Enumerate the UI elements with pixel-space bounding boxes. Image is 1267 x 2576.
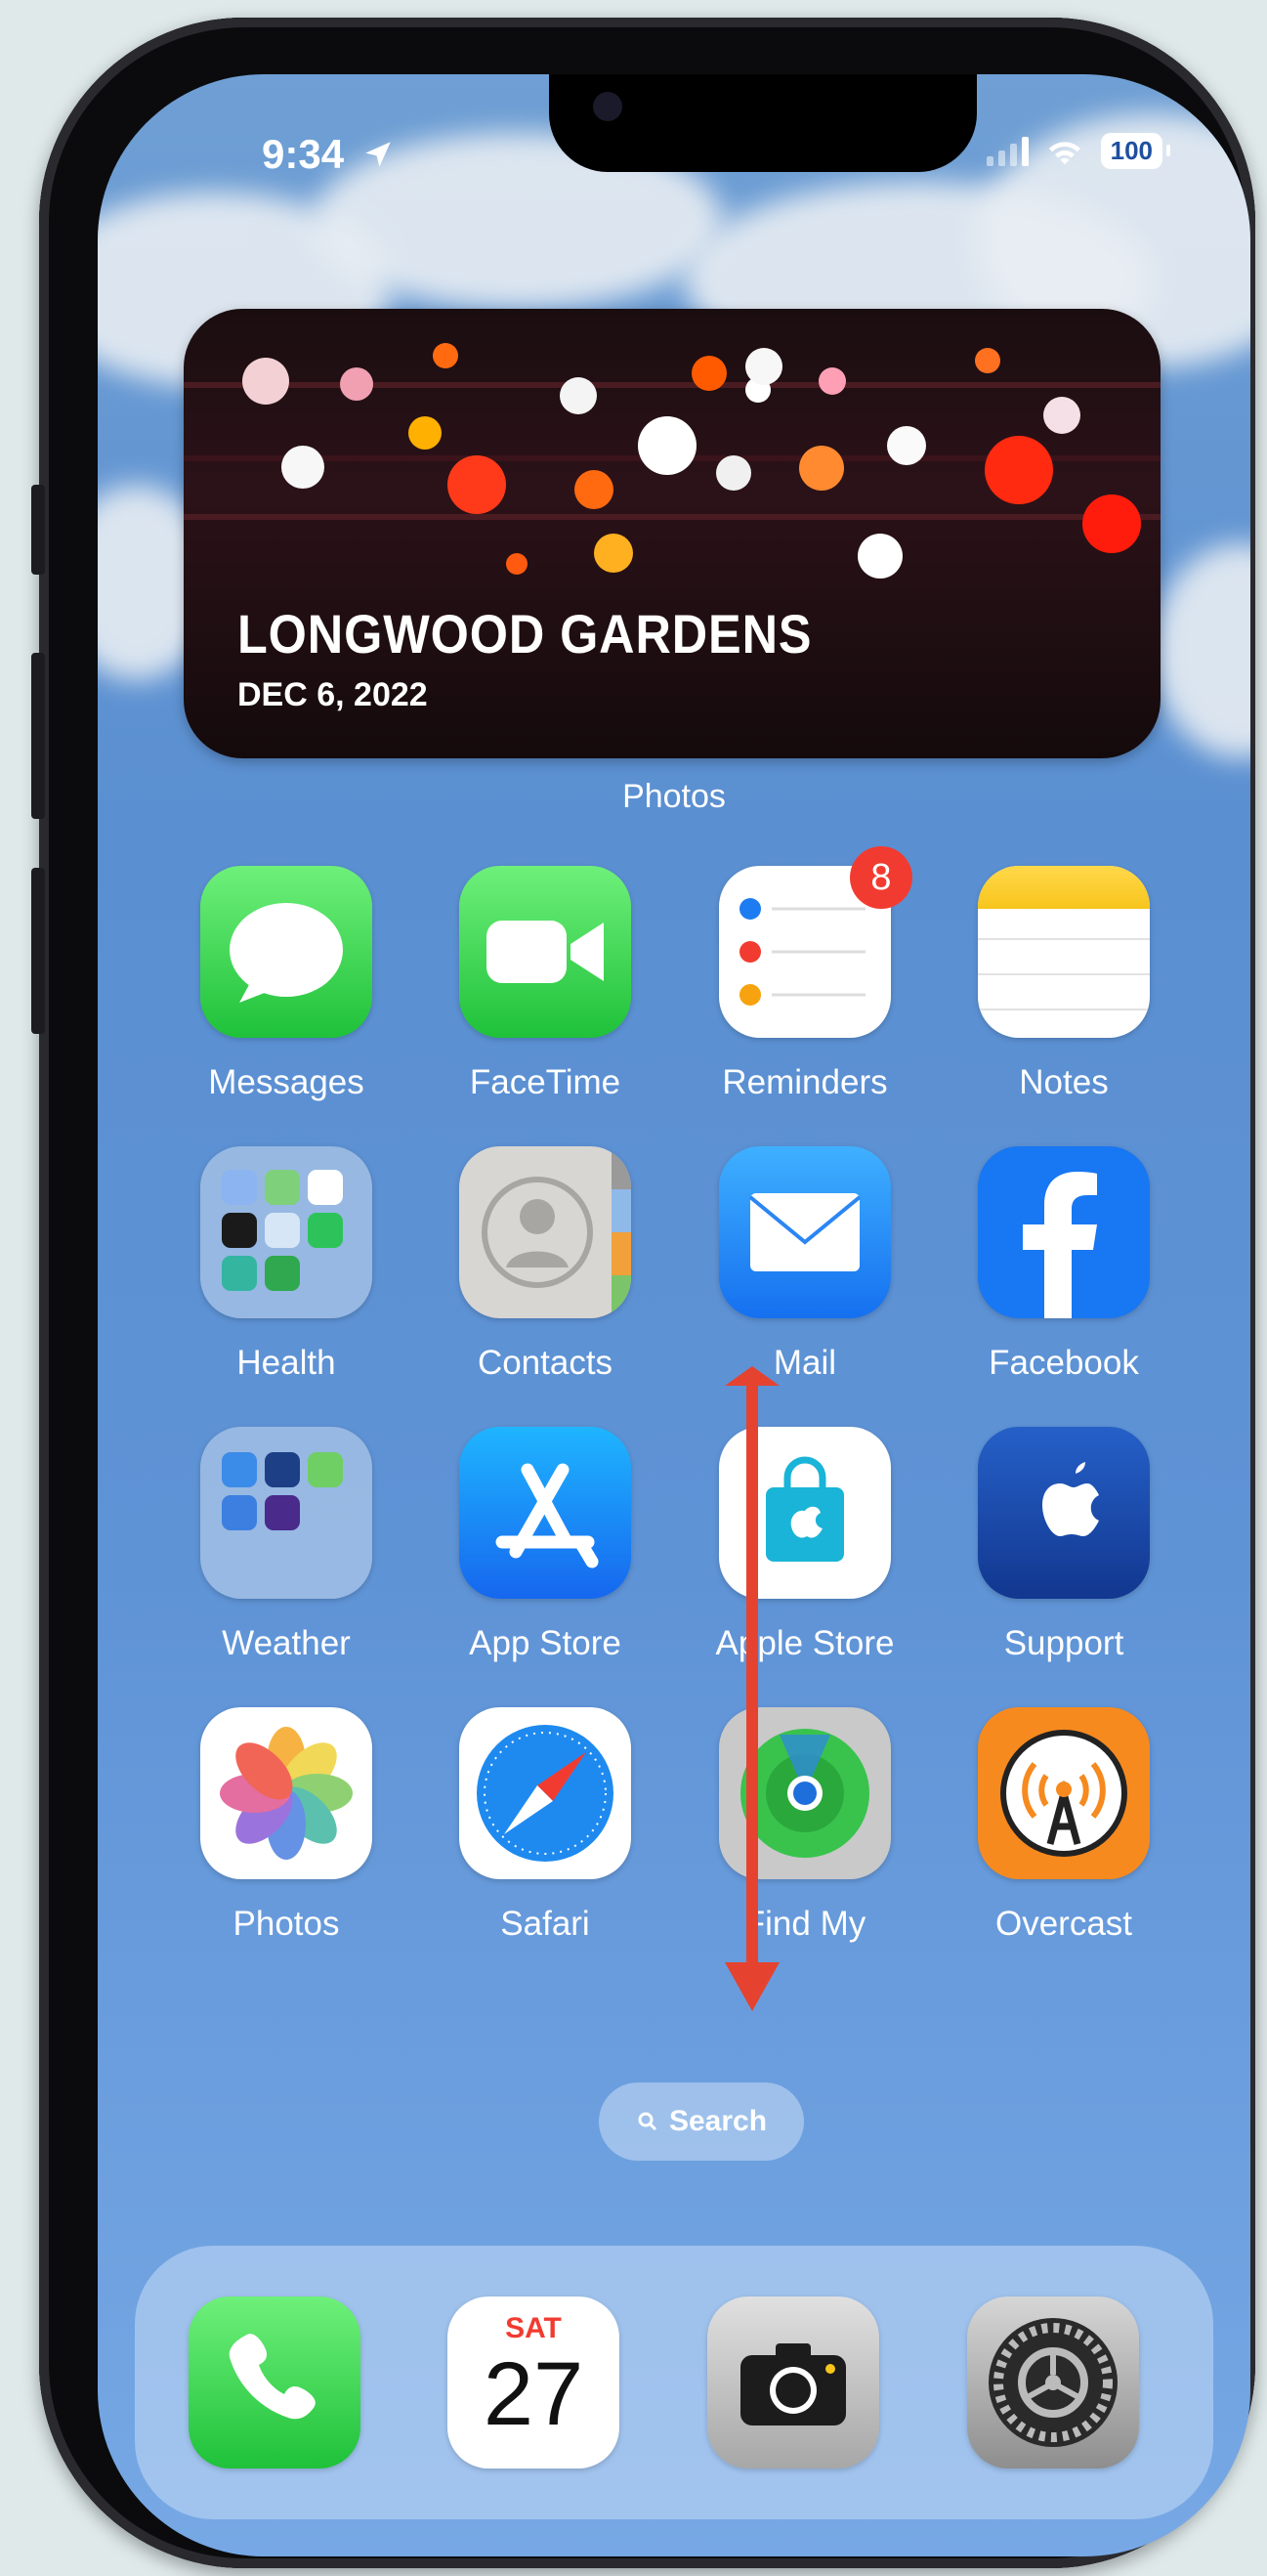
phone-icon[interactable] — [189, 2297, 360, 2469]
side-button-volume-up — [31, 653, 45, 819]
app-label: Weather — [222, 1624, 351, 1662]
app-health-folder[interactable]: Health — [189, 1146, 384, 1383]
app-label: Facebook — [989, 1344, 1139, 1382]
app-facebook[interactable]: Facebook — [966, 1146, 1161, 1383]
app-label: Health — [236, 1344, 336, 1382]
photos-icon — [200, 1707, 372, 1879]
app-label: FaceTime — [469, 1063, 621, 1101]
front-camera — [593, 92, 622, 121]
dock: SAT 27 — [135, 2246, 1213, 2519]
support-icon — [978, 1427, 1150, 1599]
location-arrow-icon — [364, 142, 391, 167]
notes-icon — [978, 866, 1150, 1038]
camera-icon[interactable] — [707, 2297, 879, 2469]
search-button[interactable]: Search — [599, 2082, 804, 2161]
calendar-day: SAT — [505, 2312, 562, 2344]
status-indicators: 100 — [986, 133, 1171, 169]
app-photos[interactable]: Photos — [189, 1707, 384, 1944]
app-label: Safari — [500, 1905, 590, 1943]
weather-folder-icon — [200, 1427, 372, 1599]
facebook-icon — [978, 1146, 1150, 1318]
app-label: Notes — [1019, 1063, 1109, 1101]
appstore-icon — [459, 1427, 631, 1599]
phone-frame: 9:34 100 LONGWOOD GARDENS DEC 6, 2022 Ph… — [31, 18, 1255, 2568]
widget-label: Photos — [622, 778, 726, 815]
app-facetime[interactable]: FaceTime — [447, 866, 643, 1102]
status-time: 9:34 — [262, 131, 395, 178]
calendar-date: 27 — [483, 2344, 584, 2444]
reminders-badge: 8 — [850, 846, 912, 909]
search-icon — [638, 2112, 657, 2131]
app-label: Reminders — [722, 1063, 888, 1101]
app-label: Overcast — [994, 1905, 1133, 1943]
home-screen: 9:34 100 LONGWOOD GARDENS DEC 6, 2022 Ph… — [98, 74, 1250, 2556]
facetime-icon — [459, 866, 631, 1038]
app-label: Contacts — [477, 1344, 613, 1382]
widget-title: LONGWOOD GARDENS — [237, 603, 813, 665]
app-contacts[interactable]: Contacts — [447, 1146, 643, 1383]
settings-icon[interactable] — [967, 2297, 1139, 2469]
app-reminders[interactable]: 8 Reminders — [707, 846, 912, 1102]
app-messages[interactable]: Messages — [189, 866, 384, 1102]
overcast-icon — [978, 1707, 1150, 1879]
safari-icon — [459, 1707, 631, 1879]
app-safari[interactable]: Safari — [447, 1707, 643, 1944]
mail-icon — [719, 1146, 891, 1318]
calendar-icon[interactable]: SAT 27 — [447, 2297, 619, 2469]
app-label: Photos — [232, 1905, 340, 1943]
messages-icon — [200, 866, 372, 1038]
photos-widget[interactable]: LONGWOOD GARDENS DEC 6, 2022 — [184, 309, 1161, 758]
app-overcast[interactable]: Overcast — [966, 1707, 1161, 1944]
app-appstore[interactable]: App Store — [447, 1427, 643, 1663]
app-notes[interactable]: Notes — [966, 866, 1161, 1102]
scroll-arrow-annotation — [725, 1366, 780, 2011]
search-label: Search — [668, 2105, 768, 2137]
battery-icon: 100 — [1100, 133, 1171, 169]
contacts-icon — [459, 1146, 631, 1318]
side-button-silent — [31, 485, 45, 575]
time-text: 9:34 — [262, 131, 345, 177]
health-folder-icon — [200, 1146, 372, 1318]
app-label: Messages — [208, 1063, 364, 1101]
side-button-volume-down — [31, 868, 45, 1034]
notch — [549, 74, 977, 172]
app-weather-folder[interactable]: Weather — [189, 1427, 384, 1663]
signal-icon — [986, 136, 1029, 166]
app-support[interactable]: Support — [966, 1427, 1161, 1663]
widget-date: DEC 6, 2022 — [237, 676, 428, 713]
wifi-icon — [1048, 141, 1080, 164]
app-label: Support — [1003, 1624, 1124, 1662]
app-label: App Store — [469, 1624, 621, 1662]
app-mail[interactable]: Mail — [707, 1146, 903, 1383]
